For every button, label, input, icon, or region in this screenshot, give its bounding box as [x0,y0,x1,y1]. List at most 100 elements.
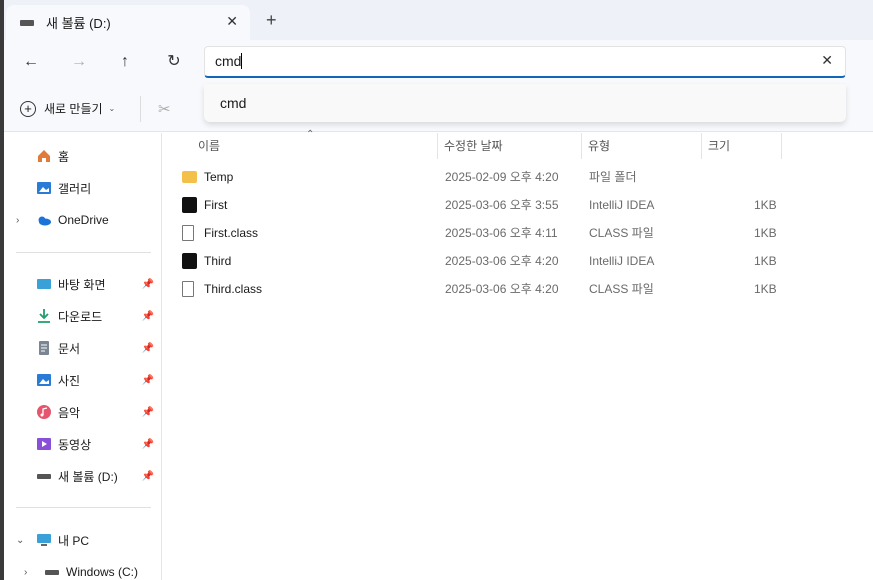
gallery-icon [37,182,51,194]
explorer-window: 새 볼륨 (D:) ✕ + ← → ↑ ↻ cmd ✕ cmd + 새로 만들기… [4,0,873,580]
computer-icon [37,534,51,546]
sidebar-item-videos[interactable]: 동영상 📌 [4,430,154,458]
column-type-label: 유형 [588,139,611,153]
home-icon [38,150,50,162]
toolbar-divider [140,96,141,122]
refresh-button[interactable]: ↻ [161,50,187,74]
table-row[interactable]: First 2025-03-06 오후 3:55 IntelliJ IDEA 1… [166,191,786,219]
sidebar-item-label: 사진 [58,373,81,388]
new-tab-button[interactable]: + [266,10,277,31]
file-name: Temp [204,170,234,184]
file-name: First [204,198,228,212]
chevron-right-icon[interactable]: › [16,215,19,226]
sidebar-item-music[interactable]: 음악 📌 [4,398,154,426]
forward-button[interactable]: → [66,50,92,74]
sidebar-item-desktop[interactable]: 바탕 화면 📌 [4,270,154,298]
sidebar-divider [16,252,151,253]
suggestion-text: cmd [220,95,247,111]
tab-title: 새 볼륨 (D:) [46,16,111,31]
file-size: 1KB [754,282,777,296]
title-bar: 새 볼륨 (D:) ✕ + [4,0,873,40]
file-modified: 2025-03-06 오후 4:20 [445,282,559,296]
sidebar-item-downloads[interactable]: 다운로드 📌 [4,302,154,330]
file-size: 1KB [754,254,777,268]
file-modified: 2025-02-09 오후 4:20 [445,170,559,184]
file-modified: 2025-03-06 오후 4:11 [445,226,558,240]
cut-icon[interactable]: ✂ [158,100,171,118]
chevron-down-icon: ⌄ [108,104,116,113]
file-list: ⌃ 이름 수정한 날짜 유형 크기 Temp 2025-02-09 오후 4:2… [166,129,873,580]
onedrive-icon [38,216,51,226]
music-icon [37,405,51,419]
pin-icon[interactable]: 📌 [142,279,154,290]
document-icon [182,281,194,297]
sidebar-item-label: 음악 [58,405,81,420]
tab-volume-d[interactable]: 새 볼륨 (D:) ✕ [6,5,250,40]
table-row[interactable]: First.class 2025-03-06 오후 4:11 CLASS 파일 … [166,219,786,247]
sidebar-item-volume-d[interactable]: 새 볼륨 (D:) 📌 [4,462,154,490]
table-row[interactable]: Temp 2025-02-09 오후 4:20 파일 폴더 [166,163,786,191]
file-modified: 2025-03-06 오후 4:20 [445,254,559,268]
file-type: IntelliJ IDEA [589,198,655,212]
drive-icon [37,474,51,479]
sidebar-item-label: 동영상 [58,437,92,452]
search-input-value: cmd [215,53,242,69]
sidebar-item-documents[interactable]: 문서 📌 [4,334,154,362]
column-header: ⌃ 이름 수정한 날짜 유형 크기 [166,129,786,159]
videos-icon [37,438,51,450]
file-type: CLASS 파일 [589,282,654,296]
sidebar-item-label: 바탕 화면 [58,277,106,292]
clear-search-icon[interactable]: ✕ [821,52,833,69]
desktop-icon [37,279,51,289]
pin-icon[interactable]: 📌 [142,343,154,354]
column-size-label: 크기 [708,139,731,153]
chevron-down-icon[interactable]: ⌄ [16,535,24,546]
column-type[interactable]: 유형 [582,133,702,159]
intellij-icon [182,197,197,213]
column-size[interactable]: 크기 [702,133,782,159]
file-type: 파일 폴더 [589,170,637,184]
close-tab-icon[interactable]: ✕ [226,13,238,30]
search-input[interactable]: cmd ✕ [204,46,846,78]
pin-icon[interactable]: 📌 [142,471,154,482]
column-modified[interactable]: 수정한 날짜 [438,133,582,159]
search-suggestion[interactable]: cmd [204,84,846,122]
file-size: 1KB [754,226,777,240]
table-row[interactable]: Third 2025-03-06 오후 4:20 IntelliJ IDEA 1… [166,247,786,275]
table-row[interactable]: Third.class 2025-03-06 오후 4:20 CLASS 파일 … [166,275,786,303]
column-modified-label: 수정한 날짜 [444,139,503,153]
sidebar-item-pictures[interactable]: 사진 📌 [4,366,154,394]
file-name: Third.class [204,282,263,296]
pin-icon[interactable]: 📌 [142,439,154,450]
column-name[interactable]: 이름 [192,133,438,159]
download-icon [38,309,50,323]
new-button[interactable]: + 새로 만들기 ⌄ [20,100,115,117]
file-name: First.class [204,226,258,240]
sidebar-item-label: 새 볼륨 (D:) [58,469,118,484]
sidebar-item-label: 내 PC [58,533,90,548]
sidebar-item-onedrive[interactable]: › OneDrive [4,206,154,234]
back-button[interactable]: ← [18,50,44,74]
sidebar-item-windows-c[interactable]: › Windows (C:) [4,558,154,580]
up-button[interactable]: ↑ [112,50,138,74]
sidebar-item-label: 문서 [58,341,81,356]
intellij-icon [182,253,197,269]
chevron-right-icon[interactable]: › [24,567,27,578]
pin-icon[interactable]: 📌 [142,311,154,322]
file-name: Third [204,254,232,268]
sidebar-item-label: 홈 [58,149,70,164]
sidebar-divider [16,507,151,508]
sidebar-item-gallery[interactable]: 갤러리 [4,174,154,202]
sidebar-item-home[interactable]: 홈 [4,142,154,170]
documents-icon [39,341,49,355]
pin-icon[interactable]: 📌 [142,375,154,386]
file-modified: 2025-03-06 오후 3:55 [445,198,559,212]
pictures-icon [37,374,51,386]
document-icon [182,225,194,241]
sidebar-item-label: 갤러리 [58,181,92,196]
sidebar-item-label: 다운로드 [58,309,103,324]
sidebar-item-label: OneDrive [58,213,109,227]
file-type: IntelliJ IDEA [589,254,655,268]
sidebar-item-this-pc[interactable]: ⌄ 내 PC [4,526,154,554]
pin-icon[interactable]: 📌 [142,407,154,418]
